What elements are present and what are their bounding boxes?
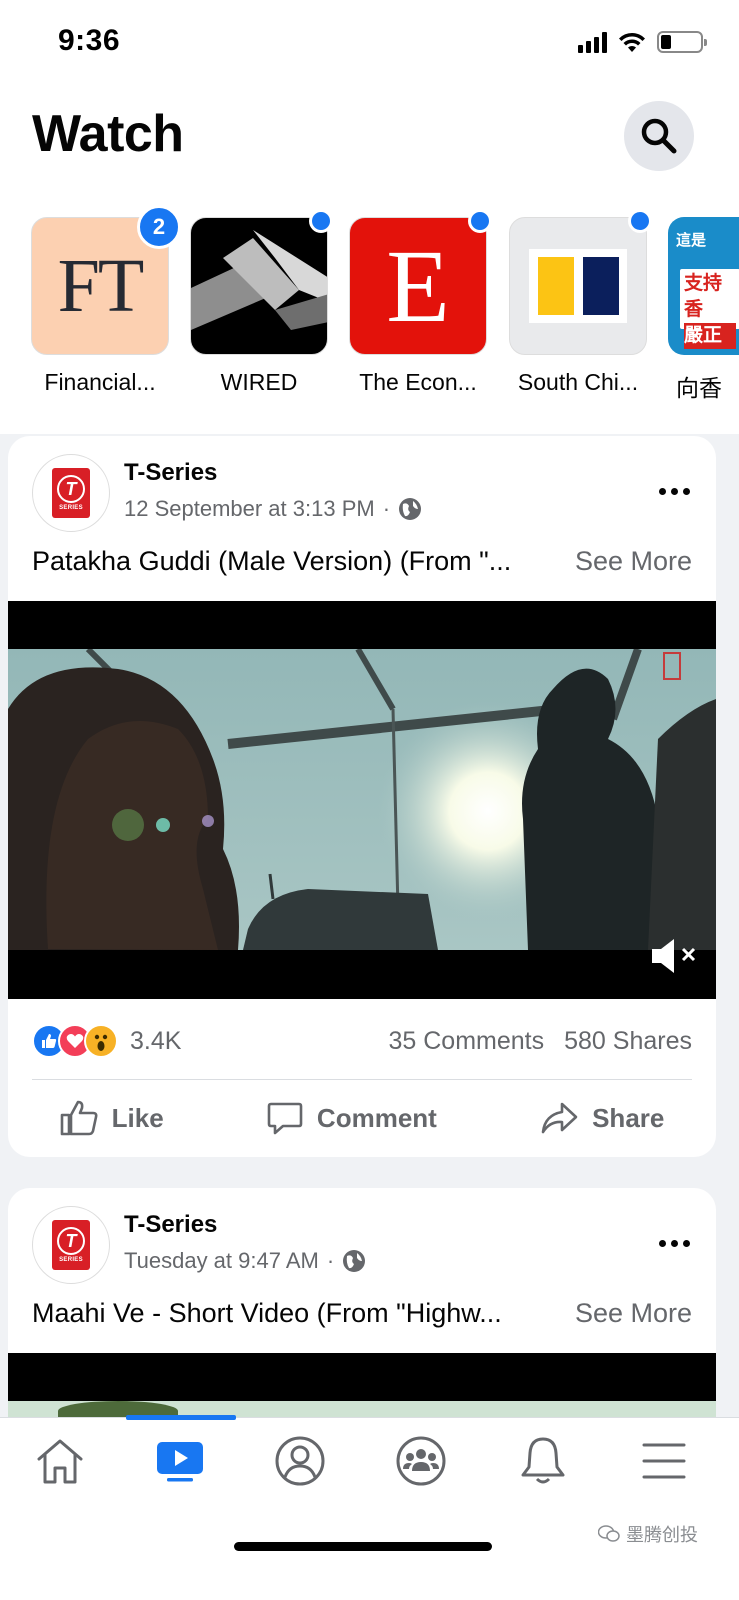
watermark: 墨腾创投 <box>598 1521 698 1547</box>
like-label: Like <box>111 1102 164 1133</box>
more-options-button[interactable] <box>659 488 690 495</box>
nav-profile[interactable] <box>267 1436 333 1486</box>
video-post-card: T SERIES T-Series 12 September at 3:13 P… <box>8 436 716 1157</box>
post-timestamp[interactable]: Tuesday at 9:47 AM <box>124 1248 319 1274</box>
post-actions: Like Comment Share <box>8 1098 716 1138</box>
comment-icon <box>267 1102 303 1135</box>
wifi-icon <box>619 32 645 52</box>
avatar[interactable]: T SERIES <box>32 454 110 532</box>
bottom-navigation: 墨腾创投 <box>0 1415 739 1600</box>
reaction-icons[interactable] <box>32 1024 118 1058</box>
post-meta: Tuesday at 9:47 AM · <box>124 1248 366 1274</box>
thumbs-up-icon <box>60 1100 98 1136</box>
globe-icon <box>343 1250 366 1272</box>
comment-count[interactable]: 35 Comments <box>389 1027 545 1056</box>
menu-icon <box>642 1443 686 1479</box>
tseries-logo: T SERIES <box>52 468 90 518</box>
see-more-link[interactable]: See More <box>575 1298 692 1329</box>
channel-the-economist[interactable]: E The Econ... <box>349 217 487 396</box>
caption-text: Patakha Guddi (Male Version) (From "... <box>32 546 512 576</box>
search-icon <box>641 118 677 154</box>
watch-icon <box>157 1442 203 1482</box>
meta-separator: · <box>382 496 391 521</box>
globe-icon <box>399 498 422 520</box>
nav-menu[interactable] <box>631 1436 697 1486</box>
search-button[interactable] <box>624 101 694 171</box>
tseries-logo-letter: T <box>57 1227 85 1255</box>
tseries-logo-subtext: SERIES <box>59 505 83 511</box>
channel-logo: 這是 支持香 嚴正 <box>668 217 739 355</box>
scmp-logo <box>509 217 647 355</box>
wow-reaction-icon <box>84 1024 118 1058</box>
post-author[interactable]: T-Series <box>124 1211 217 1239</box>
page-title: Watch <box>32 105 184 163</box>
channel-name: WIRED <box>220 369 298 395</box>
tseries-logo-subtext: SERIES <box>59 1257 83 1263</box>
comment-button[interactable]: Comment <box>267 1100 437 1136</box>
caption-text: Maahi Ve - Short Video (From "Highw... <box>32 1298 502 1328</box>
tseries-logo: T SERIES <box>52 1220 90 1270</box>
meta-separator: · <box>326 1248 335 1273</box>
active-tab-indicator <box>126 1415 236 1420</box>
ft-logo-text: FT <box>57 243 145 328</box>
channel-partial[interactable]: 這是 支持香 嚴正 向香 <box>668 217 739 403</box>
more-options-button[interactable] <box>659 1240 690 1247</box>
battery-icon <box>657 31 707 53</box>
divider <box>32 1079 692 1080</box>
like-button[interactable]: Like <box>60 1100 164 1136</box>
new-content-dot <box>468 209 492 233</box>
wired-logo <box>190 217 328 355</box>
comment-label: Comment <box>316 1102 437 1133</box>
nav-watch[interactable] <box>147 1436 213 1486</box>
channel-logo-text: 支持香 <box>684 273 723 320</box>
post-timestamp[interactable]: 12 September at 3:13 PM <box>124 496 375 522</box>
economist-logo-text: E <box>386 228 450 344</box>
new-content-dot <box>628 209 652 233</box>
new-content-dot <box>309 209 333 233</box>
nav-home[interactable] <box>27 1436 93 1486</box>
share-count[interactable]: 580 Shares <box>564 1027 692 1056</box>
post-meta: 12 September at 3:13 PM · <box>124 496 422 522</box>
home-icon <box>37 1439 83 1484</box>
video-frame <box>8 649 716 950</box>
post-caption: Patakha Guddi (Male Version) (From "... … <box>32 546 692 577</box>
channel-logo-text: 這是 <box>676 232 707 249</box>
watch-header-area: 9:36 Watch FT Financial... 2 WIRED E The… <box>0 0 739 434</box>
share-label: Share <box>592 1102 665 1133</box>
post-author[interactable]: T-Series <box>124 459 217 487</box>
post-caption: Maahi Ve - Short Video (From "Highw... S… <box>32 1298 692 1329</box>
share-button[interactable]: Share <box>540 1101 664 1135</box>
channel-logo-text: 嚴正 <box>684 323 736 349</box>
channel-south-china-morning-post[interactable]: South Chi... <box>509 217 647 396</box>
profile-icon <box>275 1436 325 1486</box>
mute-button[interactable] <box>650 936 704 976</box>
post-stats: 3.4K 35 Comments 580 Shares <box>32 1024 692 1058</box>
see-more-link[interactable]: See More <box>575 546 692 577</box>
volume-muted-icon <box>652 939 696 973</box>
channel-name: Financial... <box>44 369 156 395</box>
watermark-text: 墨腾创投 <box>626 1525 698 1545</box>
avatar[interactable]: T SERIES <box>32 1206 110 1284</box>
video-player[interactable] <box>8 601 716 999</box>
wechat-icon <box>598 1525 620 1542</box>
new-videos-badge: 2 <box>137 205 181 249</box>
home-indicator <box>234 1542 492 1551</box>
nav-groups[interactable] <box>388 1436 454 1486</box>
economist-logo: E <box>349 217 487 355</box>
status-icons <box>578 30 707 54</box>
tseries-logo-letter: T <box>57 475 85 503</box>
nav-notifications[interactable] <box>510 1436 576 1486</box>
reaction-count[interactable]: 3.4K <box>130 1027 181 1056</box>
share-icon <box>541 1102 578 1134</box>
video-post-card: T SERIES T-Series Tuesday at 9:47 AM · M… <box>8 1188 716 1448</box>
groups-icon <box>396 1436 446 1486</box>
notifications-icon <box>521 1437 565 1484</box>
channel-name: 向香 <box>676 375 722 401</box>
channel-wired[interactable]: WIRED <box>190 217 328 396</box>
status-time: 9:36 <box>58 24 121 57</box>
channel-name: South Chi... <box>517 369 639 395</box>
cellular-signal-icon <box>578 31 607 53</box>
channel-name: The Econ... <box>359 369 477 395</box>
